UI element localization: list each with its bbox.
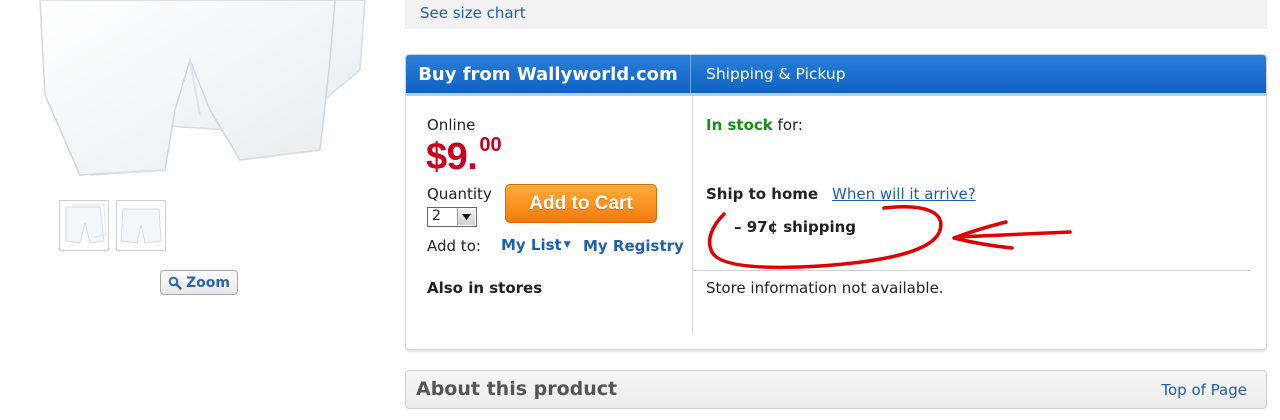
in-stock-text: In stock — [706, 116, 773, 134]
row-divider — [693, 270, 1251, 271]
stock-suffix: for: — [772, 116, 803, 134]
when-will-it-arrive-link[interactable]: When will it arrive? — [832, 185, 976, 203]
price: $9. 00 — [426, 134, 502, 179]
column-divider — [692, 96, 693, 333]
caret-down-icon: ▼ — [563, 240, 571, 250]
thumbnail-2[interactable] — [116, 200, 166, 251]
dropdown-arrow-icon[interactable] — [457, 209, 475, 225]
ship-to-home-label: Ship to home — [706, 185, 819, 203]
my-list-label: My List — [501, 236, 562, 254]
see-size-chart-link[interactable]: See size chart — [420, 4, 526, 22]
my-registry-link[interactable]: My Registry — [583, 237, 684, 255]
tab-buy-online[interactable]: Buy from Wallyworld.com — [406, 55, 691, 93]
zoom-label: Zoom — [186, 274, 230, 291]
buy-box: Buy from Wallyworld.com Shipping & Picku… — [405, 54, 1267, 350]
online-label: Online — [427, 116, 476, 134]
quantity-label: Quantity — [427, 185, 492, 203]
boxer-shorts-illustration — [39, 0, 366, 176]
price-cents: 00 — [479, 134, 502, 156]
store-info-text: Store information not available. — [706, 279, 944, 297]
add-to-label: Add to: — [427, 237, 481, 255]
price-main: $9. — [426, 136, 478, 178]
thumbnail-2-image — [120, 208, 162, 244]
quantity-value: 2 — [432, 208, 441, 224]
shipping-cost: – 97¢ shipping — [734, 218, 857, 236]
about-product-title: About this product — [416, 378, 618, 400]
zoom-button[interactable]: Zoom — [160, 270, 238, 295]
magnifier-icon — [168, 276, 182, 290]
product-main-image[interactable] — [0, 0, 400, 195]
thumbnail-1-image — [65, 204, 107, 244]
quantity-select[interactable]: 2 — [427, 207, 477, 227]
size-chart-strip: See size chart — [405, 0, 1267, 29]
thumbnail-1[interactable] — [59, 200, 109, 251]
my-list-link[interactable]: My List ▼ — [501, 236, 571, 254]
also-in-stores-label: Also in stores — [427, 279, 543, 297]
tab-shipping-pickup[interactable]: Shipping & Pickup — [706, 55, 846, 93]
buy-box-header: Buy from Wallyworld.com Shipping & Picku… — [406, 55, 1266, 96]
top-of-page-link[interactable]: Top of Page — [1161, 381, 1247, 399]
about-product-bar: About this product Top of Page — [405, 370, 1267, 409]
stock-status: In stock for: — [706, 116, 803, 134]
add-to-cart-button[interactable]: Add to Cart — [505, 184, 657, 223]
